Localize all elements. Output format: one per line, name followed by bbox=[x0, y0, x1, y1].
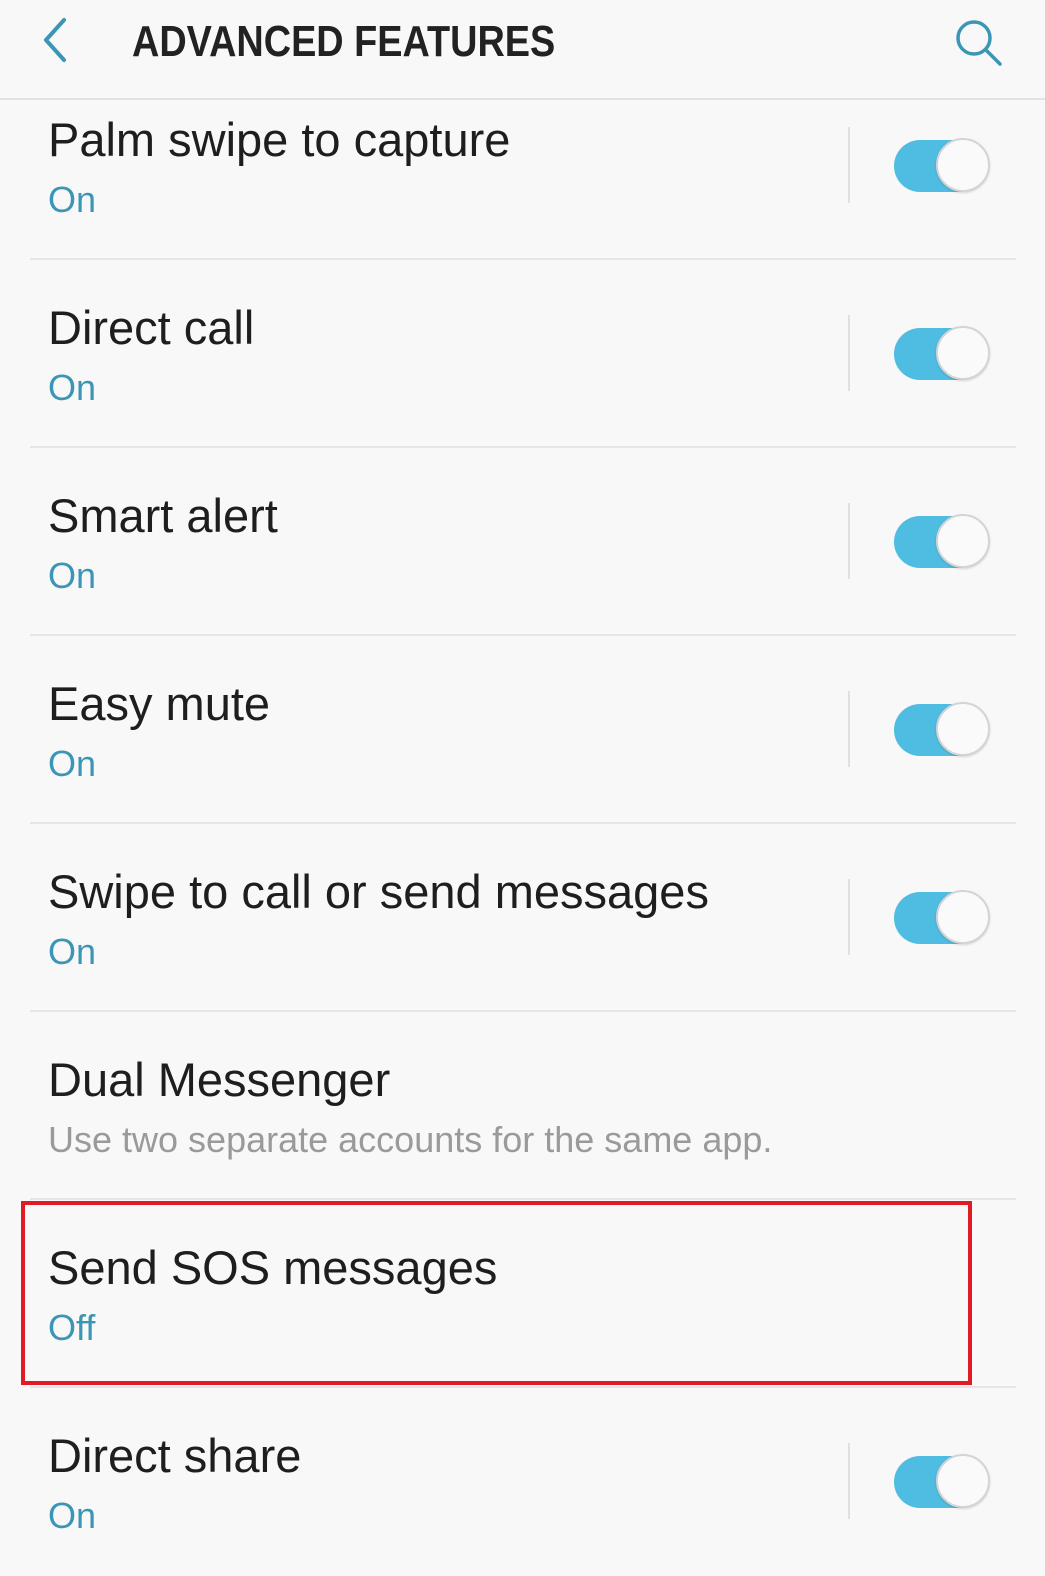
chevron-left-icon bbox=[44, 18, 66, 62]
toggle-thumb bbox=[936, 326, 990, 380]
setting-swipe-to-call[interactable]: Swipe to call or send messages On bbox=[0, 824, 1045, 1012]
highlight-box bbox=[21, 1201, 972, 1385]
setting-status: On bbox=[48, 743, 97, 784]
setting-title: Dual Messenger bbox=[48, 1053, 391, 1106]
setting-status: On bbox=[48, 179, 97, 220]
toggle-switch[interactable] bbox=[894, 700, 994, 760]
app-bar: ADVANCED FEATURES bbox=[0, 0, 1045, 100]
setting-status: On bbox=[48, 367, 97, 408]
setting-title: Direct share bbox=[48, 1429, 302, 1482]
toggle-switch[interactable] bbox=[894, 1452, 994, 1512]
setting-description: Use two separate accounts for the same a… bbox=[48, 1119, 773, 1160]
setting-smart-alert[interactable]: Smart alert On bbox=[0, 448, 1045, 636]
toggle-switch[interactable] bbox=[894, 136, 994, 196]
search-button[interactable] bbox=[948, 12, 1008, 72]
setting-status: On bbox=[48, 931, 97, 972]
divider-vertical bbox=[848, 315, 850, 391]
divider-vertical bbox=[848, 127, 850, 203]
setting-title: Swipe to call or send messages bbox=[48, 865, 709, 918]
setting-direct-call[interactable]: Direct call On bbox=[0, 260, 1045, 448]
toggle-switch[interactable] bbox=[894, 888, 994, 948]
toggle-thumb bbox=[936, 514, 990, 568]
setting-title: Palm swipe to capture bbox=[48, 113, 511, 166]
toggle-switch[interactable] bbox=[894, 512, 994, 572]
divider-vertical bbox=[848, 503, 850, 579]
divider-vertical bbox=[848, 1443, 850, 1519]
toggle-switch[interactable] bbox=[894, 324, 994, 384]
setting-status: On bbox=[48, 1495, 97, 1536]
setting-status: On bbox=[48, 555, 97, 596]
setting-title: Direct call bbox=[48, 301, 255, 354]
toggle-thumb bbox=[936, 890, 990, 944]
setting-dual-messenger[interactable]: Dual Messenger Use two separate accounts… bbox=[0, 1012, 1045, 1200]
divider-vertical bbox=[848, 691, 850, 767]
divider-vertical bbox=[848, 879, 850, 955]
toggle-thumb bbox=[936, 138, 990, 192]
toggle-thumb bbox=[936, 1454, 990, 1508]
page-title: ADVANCED FEATURES bbox=[132, 17, 556, 66]
setting-easy-mute[interactable]: Easy mute On bbox=[0, 636, 1045, 824]
setting-title: Smart alert bbox=[48, 489, 278, 542]
toggle-thumb bbox=[936, 702, 990, 756]
setting-direct-share[interactable]: Direct share On bbox=[0, 1388, 1045, 1576]
search-icon bbox=[956, 20, 1002, 66]
back-button[interactable] bbox=[28, 12, 84, 68]
setting-title: Easy mute bbox=[48, 677, 271, 730]
